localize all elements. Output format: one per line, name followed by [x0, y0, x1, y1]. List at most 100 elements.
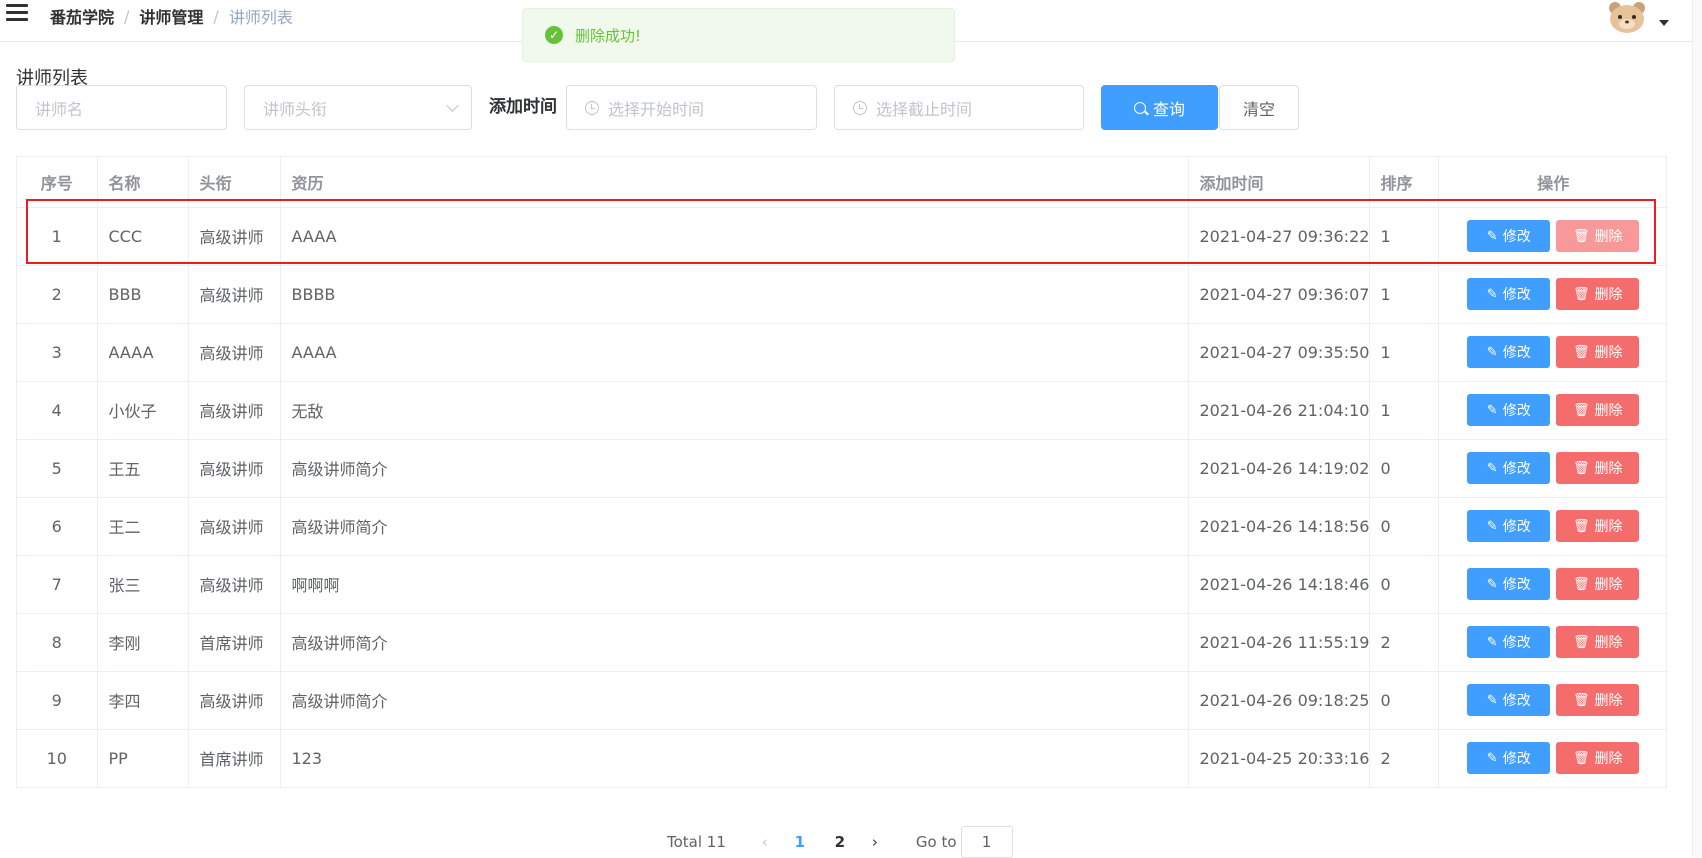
edit-button[interactable]: ✎ 修改 — [1467, 626, 1551, 658]
delete-button[interactable]: 🗑 删除 — [1556, 510, 1640, 542]
goto-page-input[interactable]: 1 — [960, 826, 1013, 858]
delete-button[interactable]: 🗑 删除 — [1556, 626, 1640, 658]
delete-button[interactable]: 🗑 删除 — [1556, 278, 1640, 310]
cell-no: 10 — [17, 729, 98, 787]
trash-icon: 🗑 — [1572, 576, 1590, 592]
page-number-2[interactable]: 2 — [820, 833, 860, 851]
breadcrumb-item-home[interactable]: 番茄学院 — [50, 4, 114, 28]
edit-pencil-icon: ✎ — [1486, 402, 1498, 418]
cell-no: 1 — [17, 207, 98, 266]
row-actions: ✎ 修改 🗑 删除 — [1439, 220, 1669, 252]
cell-actions: ✎ 修改 🗑 删除 — [1438, 671, 1668, 730]
teacher-name-placeholder: 讲师名 — [35, 99, 84, 119]
goto-label: Go to — [915, 833, 957, 851]
edit-button-label: 修改 — [1502, 403, 1531, 419]
breadcrumb-item-current: 讲师列表 — [228, 8, 293, 27]
cell-sort: 1 — [1369, 381, 1439, 440]
table-row: 6 王二 高级讲师 高级讲师简介 2021-04-26 14:18:56 0 ✎ 修改 🗑 删除 — [17, 497, 1669, 556]
scrollbar[interactable] — [1692, 0, 1702, 857]
cell-level: 高级讲师 — [188, 497, 281, 556]
cell-intro: AAAA — [280, 323, 1189, 382]
teacher-name-input[interactable]: 讲师名 — [16, 85, 227, 130]
edit-pencil-icon: ✎ — [1486, 460, 1498, 476]
pagination-total: Total 11 — [667, 833, 726, 851]
row-actions: ✎ 修改 🗑 删除 — [1439, 394, 1669, 426]
cell-level: 高级讲师 — [188, 381, 281, 440]
clear-button[interactable]: 清空 — [1219, 85, 1299, 130]
cell-sort: 1 — [1369, 265, 1439, 324]
cell-intro: BBBB — [280, 265, 1189, 324]
next-page-icon[interactable]: › — [860, 833, 890, 851]
edit-button[interactable]: ✎ 修改 — [1467, 742, 1551, 775]
cell-actions: ✎ 修改 🗑 删除 — [1438, 613, 1668, 672]
delete-button-label: 删除 — [1594, 461, 1623, 477]
breadcrumb-item-teacher-manage[interactable]: 讲师管理 — [139, 4, 203, 28]
edit-pencil-icon: ✎ — [1486, 634, 1498, 650]
edit-button[interactable]: ✎ 修改 — [1467, 510, 1551, 542]
edit-button[interactable]: ✎ 修改 — [1467, 220, 1551, 252]
row-actions: ✎ 修改 🗑 删除 — [1439, 278, 1669, 310]
edit-button-label: 修改 — [1502, 577, 1531, 593]
delete-button[interactable]: 🗑 删除 — [1556, 220, 1640, 252]
cell-sort: 2 — [1369, 729, 1439, 787]
edit-button-label: 修改 — [1502, 287, 1531, 303]
end-time-picker[interactable]: 选择截止时间 — [834, 85, 1084, 130]
row-actions: ✎ 修改 🗑 删除 — [1439, 336, 1669, 368]
cell-time: 2021-04-27 09:35:50 — [1188, 323, 1370, 382]
avatar[interactable] — [1606, 0, 1648, 34]
edit-pencil-icon: ✎ — [1486, 692, 1498, 708]
trash-icon: 🗑 — [1572, 228, 1590, 244]
edit-pencil-icon: ✎ — [1486, 344, 1498, 360]
delete-button-label: 删除 — [1594, 635, 1623, 651]
trash-icon: 🗑 — [1572, 460, 1590, 476]
edit-button[interactable]: ✎ 修改 — [1467, 278, 1551, 310]
page-number-1[interactable]: 1 — [780, 833, 820, 851]
start-time-placeholder: 选择开始时间 — [608, 99, 705, 119]
delete-button[interactable]: 🗑 删除 — [1556, 684, 1640, 716]
cell-name: CCC — [97, 207, 189, 266]
column-header-intro: 资历 — [280, 157, 1189, 208]
search-form: 讲师名 讲师头衔 添加时间 选择开始时间 选择截止时间 查询 清空 — [16, 85, 1306, 130]
teacher-table: 序号 名称 头衔 资历 添加时间 排序 操作 1 CCC 高级讲师 AAAA 2021-… — [16, 156, 1669, 788]
delete-button-label: 删除 — [1594, 403, 1623, 419]
edit-button[interactable]: ✎ 修改 — [1467, 684, 1551, 716]
cell-actions: ✎ 修改 🗑 删除 — [1438, 381, 1669, 440]
edit-button[interactable]: ✎ 修改 — [1467, 452, 1551, 484]
delete-button[interactable]: 🗑 删除 — [1556, 394, 1640, 426]
trash-icon: 🗑 — [1572, 692, 1590, 708]
hamburger-menu-icon[interactable] — [6, 4, 28, 24]
edit-button-label: 修改 — [1502, 229, 1531, 245]
delete-button-label: 删除 — [1594, 345, 1623, 361]
trash-icon: 🗑 — [1572, 286, 1590, 302]
delete-button-label: 删除 — [1594, 229, 1623, 245]
clear-button-label: 清空 — [1242, 99, 1275, 119]
table-row: 1 CCC 高级讲师 AAAA 2021-04-27 09:36:22 1 ✎ 修改 🗑 删除 — [17, 207, 1669, 266]
start-time-picker[interactable]: 选择开始时间 — [566, 85, 817, 130]
cell-intro: 高级讲师简介 — [280, 439, 1189, 498]
edit-pencil-icon: ✎ — [1486, 228, 1498, 244]
delete-button[interactable]: 🗑 删除 — [1556, 742, 1640, 775]
row-actions: ✎ 修改 🗑 删除 — [1439, 510, 1669, 542]
cell-name: 李四 — [97, 671, 189, 730]
table-row: 2 BBB 高级讲师 BBBB 2021-04-27 09:36:07 1 ✎ 修改 🗑 删除 — [17, 265, 1669, 324]
delete-button[interactable]: 🗑 删除 — [1556, 336, 1640, 368]
edit-button[interactable]: ✎ 修改 — [1467, 336, 1551, 368]
cell-level: 高级讲师 — [188, 671, 281, 730]
edit-button-label: 修改 — [1502, 635, 1531, 651]
edit-button[interactable]: ✎ 修改 — [1467, 568, 1551, 600]
trash-icon: 🗑 — [1572, 634, 1590, 650]
prev-page-icon[interactable]: ‹ — [750, 833, 780, 851]
breadcrumb: 番茄学院 / 讲师管理 / 讲师列表 — [50, 4, 293, 28]
cell-intro: 高级讲师简介 — [280, 613, 1189, 672]
query-button[interactable]: 查询 — [1101, 85, 1218, 130]
caret-down-icon[interactable] — [1659, 20, 1669, 26]
cell-intro: 无敌 — [280, 381, 1189, 440]
delete-button[interactable]: 🗑 删除 — [1556, 452, 1640, 484]
cell-name: 王五 — [97, 439, 189, 498]
delete-button[interactable]: 🗑 删除 — [1556, 568, 1640, 600]
edit-button[interactable]: ✎ 修改 — [1467, 394, 1551, 426]
cell-actions: ✎ 修改 🗑 删除 — [1438, 207, 1669, 266]
row-actions: ✎ 修改 🗑 删除 — [1439, 452, 1669, 484]
cell-time: 2021-04-26 11:55:19 — [1188, 613, 1370, 672]
teacher-level-select[interactable]: 讲师头衔 — [244, 85, 472, 130]
